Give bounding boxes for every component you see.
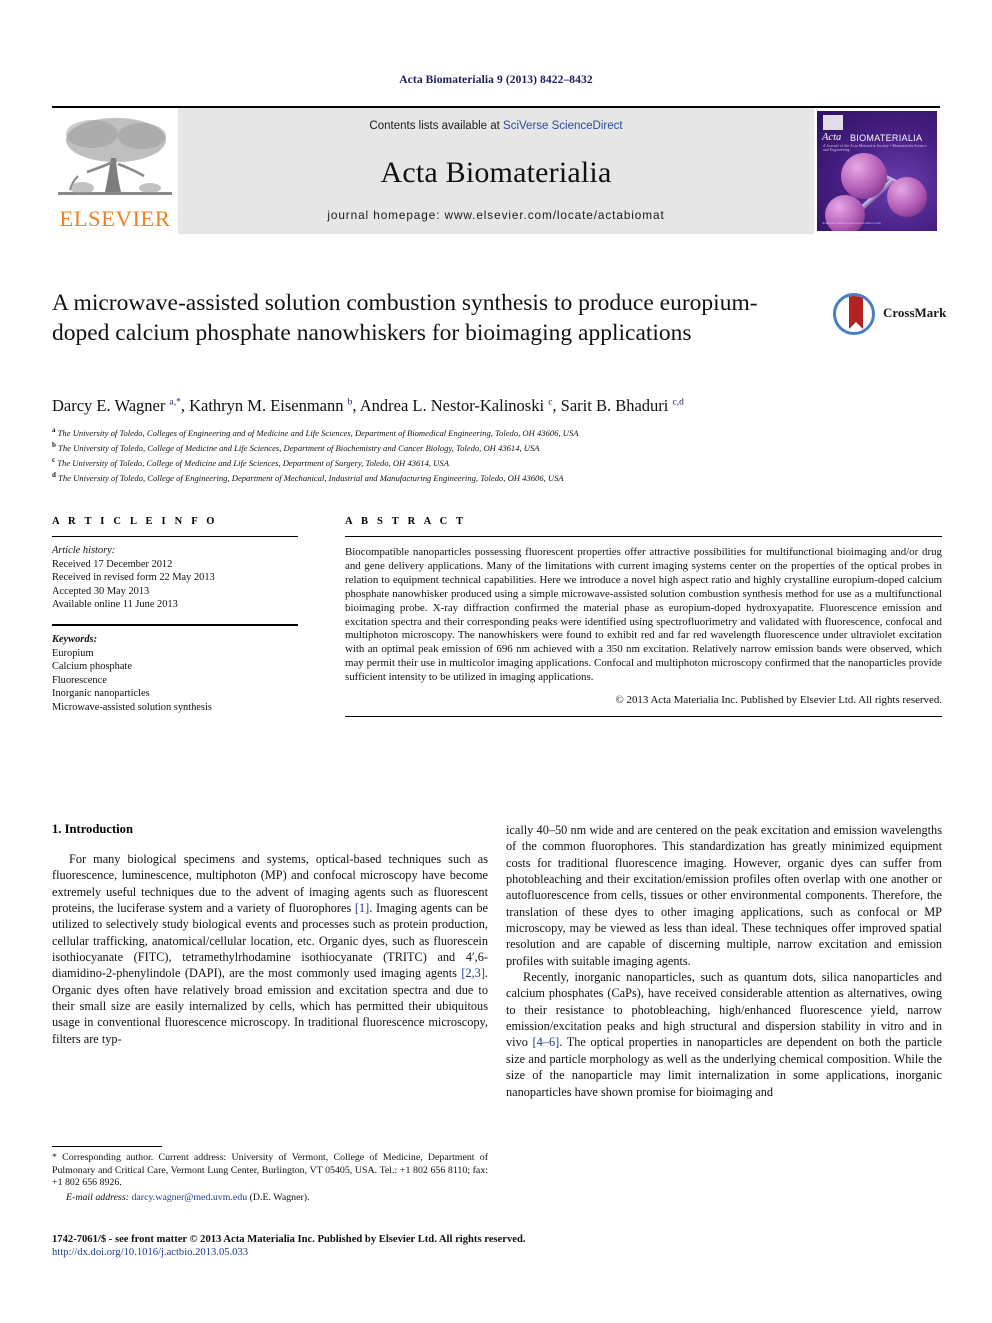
journal-masthead: ELSEVIER Contents lists available at Sci…: [52, 106, 940, 234]
affiliation-item: a The University of Toledo, Colleges of …: [52, 426, 579, 438]
cover-elsevier-logo-icon: [823, 115, 843, 130]
history-item: Received in revised form 22 May 2013: [52, 572, 215, 584]
affiliation-marker: c: [52, 456, 56, 465]
journal-title: Acta Biomaterialia: [380, 156, 612, 189]
footnote-block: * Corresponding author. Current address:…: [52, 1146, 488, 1203]
contents-prefix: Contents lists available at: [369, 120, 504, 132]
keyword-item: Microwave-assisted solution synthesis: [52, 701, 212, 713]
cover-art: Acta BIOMATERIALIA A Journal of the Acta…: [817, 111, 937, 231]
sciencedirect-link[interactable]: SciVerse ScienceDirect: [503, 120, 623, 132]
keywords-label: Keywords:: [52, 633, 98, 645]
body-column-right: ically 40–50 nm wide and are centered on…: [506, 822, 942, 1100]
crossmark-icon: [833, 293, 875, 335]
abstract-heading: A B S T R A C T: [345, 516, 467, 527]
paragraph-text: Recently, inorganic nanoparticles, such …: [506, 970, 942, 1099]
crossmark-label: CrossMark: [883, 305, 947, 320]
cover-sphere-icon: [887, 177, 927, 217]
elsevier-tree-icon: [58, 118, 172, 195]
abstract-copyright: © 2013 Acta Materialia Inc. Published by…: [615, 694, 942, 707]
paragraph: For many biological specimens and system…: [52, 851, 488, 1047]
divider: [345, 536, 942, 537]
affiliation-list: a The University of Toledo, Colleges of …: [52, 424, 942, 484]
email-label: E-mail address:: [66, 1191, 129, 1203]
article-info-heading: A R T I C L E I N F O: [52, 516, 218, 527]
cover-title-caps: BIOMATERIALIA: [850, 133, 923, 143]
citation-link[interactable]: [1]: [355, 901, 369, 915]
history-item: Available online 11 June 2013: [52, 599, 178, 611]
abstract-text: Biocompatible nanoparticles possessing f…: [345, 546, 942, 684]
contents-lists-line: Contents lists available at SciVerse Sci…: [178, 120, 814, 132]
crossmark-badge[interactable]: CrossMark: [833, 289, 947, 337]
affiliation-item: d The University of Toledo, College of E…: [52, 471, 564, 484]
article-history-label: Article history:: [52, 545, 116, 556]
affiliation-item: b The University of Toledo, College of M…: [52, 441, 540, 453]
affiliation-marker: d: [52, 471, 56, 480]
body-column-left: 1. Introduction For many biological spec…: [52, 822, 488, 1047]
page-footer: 1742-7061/$ - see front matter © 2013 Ac…: [52, 1234, 942, 1258]
paragraph-text: ically 40–50 nm wide and are centered on…: [506, 823, 942, 968]
divider: [52, 536, 298, 537]
article-history: Article history: Received 17 December 20…: [52, 544, 298, 612]
email-link[interactable]: darcy.wagner@med.uvm.edu: [131, 1192, 247, 1203]
affiliation-item: c The University of Toledo, College of M…: [52, 456, 449, 468]
footnote-divider: [52, 1146, 162, 1147]
keyword-list: Keywords: Europium Calcium phosphate Flu…: [52, 633, 298, 715]
email-note: E-mail address: darcy.wagner@med.uvm.edu…: [52, 1192, 488, 1203]
keyword-item: Inorganic nanoparticles: [52, 688, 150, 700]
elsevier-logo: ELSEVIER: [52, 108, 178, 234]
divider: [52, 623, 298, 626]
author-list: Darcy E. Wagner a,*, Kathryn M. Eisenman…: [52, 396, 684, 415]
history-item: Accepted 30 May 2013: [52, 585, 150, 597]
journal-cover-thumbnail: Acta BIOMATERIALIA A Journal of the Acta…: [814, 108, 940, 234]
doi-link[interactable]: http://dx.doi.org/10.1016/j.actbio.2013.…: [52, 1247, 942, 1258]
abstract-column: A B S T R A C T Biocompatible nanopartic…: [345, 516, 942, 718]
affiliation-marker: a: [52, 426, 56, 434]
paragraph: ically 40–50 nm wide and are centered on…: [506, 822, 942, 969]
running-head: Acta Biomaterialia 9 (2013) 8422–8432: [399, 74, 593, 86]
journal-homepage-line[interactable]: journal homepage: www.elsevier.com/locat…: [178, 208, 814, 222]
citation-link[interactable]: [2,3]: [461, 966, 485, 980]
email-owner: (D.E. Wagner).: [249, 1191, 310, 1203]
issn-copyright-line: 1742-7061/$ - see front matter © 2013 Ac…: [52, 1234, 526, 1245]
divider: [345, 716, 942, 718]
cover-subtitle: A Journal of the Acta Materialia Society…: [823, 144, 927, 152]
citation-link[interactable]: [4–6]: [533, 1035, 560, 1049]
history-item: Received 17 December 2012: [52, 558, 173, 570]
elsevier-wordmark: ELSEVIER: [59, 206, 171, 231]
cover-footer: Available online at www.sciencedirect.co…: [822, 221, 881, 225]
section-heading-introduction: 1. Introduction: [52, 822, 133, 836]
corresponding-author-note: * Corresponding author. Current address:…: [52, 1152, 488, 1189]
masthead-center: Contents lists available at SciVerse Sci…: [178, 108, 814, 234]
affiliation-marker: b: [52, 441, 56, 450]
article-info-column: A R T I C L E I N F O Article history: R…: [52, 516, 298, 715]
keyword-item: Europium: [52, 647, 94, 659]
cover-title-italic: Acta: [822, 132, 842, 143]
crossmark-ribbon-icon: [849, 296, 863, 329]
journal-article-page: Acta Biomaterialia 9 (2013) 8422–8432 EL…: [0, 0, 992, 1323]
keyword-item: Fluorescence: [52, 674, 107, 686]
paragraph-text: For many biological specimens and system…: [52, 852, 488, 1046]
keyword-item: Calcium phosphate: [52, 661, 132, 673]
cover-sphere-icon: [841, 153, 887, 199]
page-title: A microwave-assisted solution combustion…: [52, 290, 758, 346]
paragraph: Recently, inorganic nanoparticles, such …: [506, 969, 942, 1100]
